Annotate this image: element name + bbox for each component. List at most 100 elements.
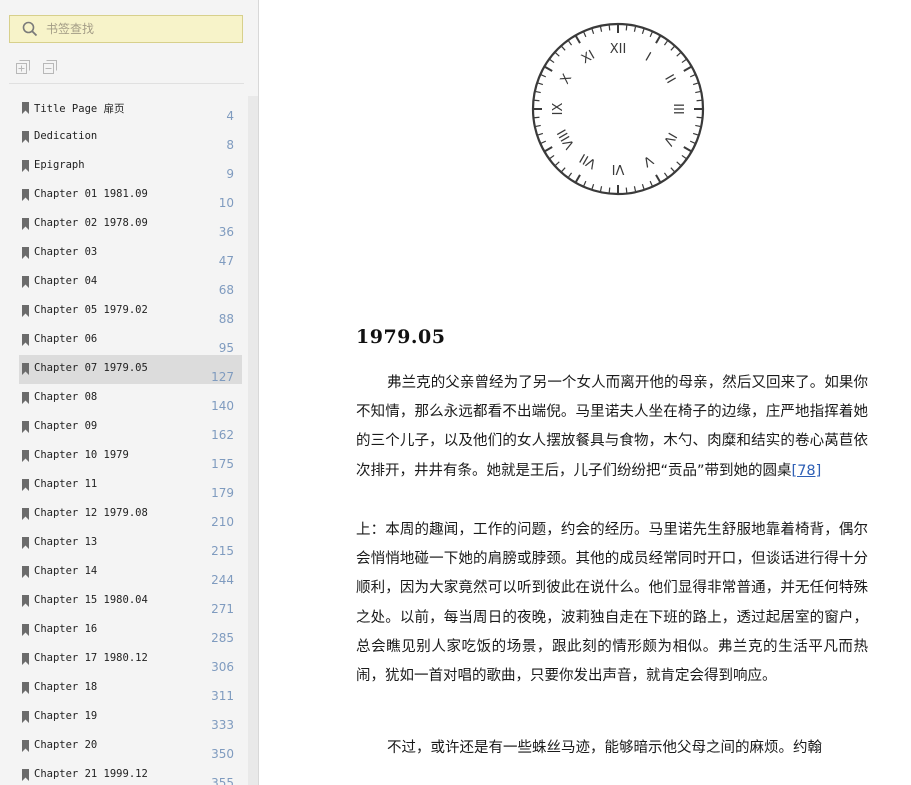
bookmark-item[interactable]: Chapter 03 47 bbox=[19, 239, 242, 268]
clock-tick bbox=[663, 172, 668, 178]
clock-tick bbox=[695, 90, 701, 94]
bookmark-label: Chapter 16 bbox=[34, 623, 98, 635]
bookmark-icon bbox=[22, 160, 29, 172]
bookmark-page-number: 4 bbox=[226, 109, 234, 123]
bookmark-item[interactable]: Chapter 21 1999.12 355 bbox=[19, 761, 242, 785]
bookmark-page-number: 127 bbox=[211, 370, 234, 384]
bookmark-icon bbox=[22, 740, 29, 752]
clock-tick bbox=[695, 124, 701, 128]
bookmark-icon bbox=[22, 450, 29, 462]
clock-face-icon: XIIIIIIIIIVVVIVIIVIIIIXXXI bbox=[531, 22, 705, 196]
bookmark-item[interactable]: Chapter 05 1979.02 88 bbox=[19, 297, 242, 326]
clock-numeral: IX bbox=[551, 103, 566, 116]
sidebar-scrollbar[interactable] bbox=[248, 96, 258, 785]
bookmark-page-number: 68 bbox=[218, 283, 234, 297]
bookmark-item[interactable]: Chapter 01 1981.09 10 bbox=[19, 181, 242, 210]
bookmark-icon bbox=[22, 769, 29, 781]
clock-tick bbox=[608, 187, 611, 193]
bookmark-page-number: 140 bbox=[211, 399, 234, 413]
bookmark-item[interactable]: Chapter 10 1979 175 bbox=[19, 442, 242, 471]
bookmark-item[interactable]: Chapter 19 333 bbox=[19, 703, 242, 732]
footnote-link[interactable]: [78] bbox=[792, 463, 822, 479]
bookmark-item[interactable]: Chapter 13 215 bbox=[19, 529, 242, 558]
bookmark-icon bbox=[22, 508, 29, 520]
bookmark-search-box[interactable] bbox=[9, 15, 243, 43]
clock-tick bbox=[537, 82, 544, 86]
bookmark-item[interactable]: Chapter 16 285 bbox=[19, 616, 242, 645]
clock-tick bbox=[670, 46, 675, 51]
clock-tick bbox=[534, 116, 540, 119]
clock-tick bbox=[608, 25, 611, 31]
bookmark-icon bbox=[22, 102, 29, 114]
bookmark-icon bbox=[22, 711, 29, 723]
bookmark-icon bbox=[22, 595, 29, 607]
bookmark-icon bbox=[22, 189, 29, 201]
clock-tick bbox=[561, 167, 566, 172]
collapse-all-icon[interactable] bbox=[43, 60, 57, 74]
bookmark-item[interactable]: Chapter 07 1979.05 127 bbox=[19, 355, 242, 384]
clock-tick bbox=[568, 40, 573, 46]
clock-tick bbox=[568, 172, 573, 178]
bookmark-item[interactable]: Chapter 04 68 bbox=[19, 268, 242, 297]
clock-numeral: I bbox=[642, 50, 653, 65]
bookmark-page-number: 306 bbox=[211, 660, 234, 674]
paragraph: 不过，或许还是有一些蛛丝马迹，能够暗示他父母之间的麻烦。约翰 bbox=[387, 740, 822, 756]
bookmark-item[interactable]: Chapter 17 1980.12 306 bbox=[19, 645, 242, 674]
clock-tick bbox=[583, 180, 587, 186]
clock-tick bbox=[633, 186, 637, 192]
bookmark-item[interactable]: Chapter 06 95 bbox=[19, 326, 242, 355]
bookmark-page-number: 350 bbox=[211, 747, 234, 761]
bookmark-item[interactable]: Chapter 08 140 bbox=[19, 384, 242, 413]
bookmark-page-number: 162 bbox=[211, 428, 234, 442]
clock-tick bbox=[537, 132, 544, 136]
bookmark-label: Chapter 06 bbox=[34, 333, 98, 345]
bookmark-label: Chapter 12 1979.08 bbox=[34, 507, 148, 519]
clock-tick bbox=[599, 186, 603, 192]
clock-tick bbox=[555, 52, 560, 57]
bookmark-item[interactable]: Chapter 11 179 bbox=[19, 471, 242, 500]
bookmark-label: Chapter 03 bbox=[34, 246, 98, 258]
chapter-heading: 1979.05 bbox=[356, 326, 446, 348]
expand-all-icon[interactable] bbox=[16, 60, 30, 74]
bookmark-icon bbox=[22, 624, 29, 636]
clock-tick bbox=[683, 66, 692, 72]
bookmark-label: Chapter 18 bbox=[34, 681, 98, 693]
clock-tick bbox=[633, 26, 637, 32]
bookmark-item[interactable]: Title Page 扉页 4 bbox=[19, 94, 242, 123]
bookmark-page-number: 179 bbox=[211, 486, 234, 500]
bookmark-item[interactable]: Chapter 20 350 bbox=[19, 732, 242, 761]
clock-tick bbox=[641, 183, 645, 190]
bookmark-item[interactable]: Chapter 09 162 bbox=[19, 413, 242, 442]
bookmark-item[interactable]: Epigraph 9 bbox=[19, 152, 242, 181]
bookmark-page-number: 10 bbox=[218, 196, 234, 210]
bookmark-item[interactable]: Dedication 8 bbox=[19, 123, 242, 152]
bookmark-label: Chapter 04 bbox=[34, 275, 98, 287]
bookmark-page-number: 271 bbox=[211, 602, 234, 616]
bookmark-item[interactable]: Chapter 14 244 bbox=[19, 558, 242, 587]
bookmark-label: Chapter 17 1980.12 bbox=[34, 652, 148, 664]
bookmark-item[interactable]: Chapter 15 1980.04 271 bbox=[19, 587, 242, 616]
bookmark-label: Chapter 09 bbox=[34, 420, 98, 432]
clock-tick bbox=[625, 187, 628, 193]
clock-tick bbox=[663, 40, 668, 46]
clock-tick bbox=[655, 35, 661, 44]
clock-tick bbox=[549, 154, 555, 159]
bookmark-label: Chapter 11 bbox=[34, 478, 98, 490]
bookmark-item[interactable]: Chapter 02 1978.09 36 bbox=[19, 210, 242, 239]
bookmark-search-input[interactable] bbox=[46, 19, 236, 39]
bookmark-page-number: 333 bbox=[211, 718, 234, 732]
bookmark-item[interactable]: Chapter 18 311 bbox=[19, 674, 242, 703]
bookmark-label: Dedication bbox=[34, 130, 98, 142]
bookmark-label: Chapter 15 1980.04 bbox=[34, 594, 148, 606]
clock-tick bbox=[676, 52, 681, 57]
clock-tick bbox=[670, 167, 675, 172]
clock-tick bbox=[692, 132, 699, 136]
toolbar-divider bbox=[9, 83, 244, 84]
bookmark-label: Epigraph bbox=[34, 159, 85, 171]
bookmark-icon bbox=[22, 363, 29, 375]
bookmark-label: Chapter 08 bbox=[34, 391, 98, 403]
paragraph: 弗兰克的父亲曾经为了另一个女人而离开他的母亲，然后又回来了。如果你不知情，那么永… bbox=[356, 369, 868, 486]
bookmark-item[interactable]: Chapter 12 1979.08 210 bbox=[19, 500, 242, 529]
bookmark-label: Chapter 19 bbox=[34, 710, 98, 722]
bookmark-label: Chapter 14 bbox=[34, 565, 98, 577]
